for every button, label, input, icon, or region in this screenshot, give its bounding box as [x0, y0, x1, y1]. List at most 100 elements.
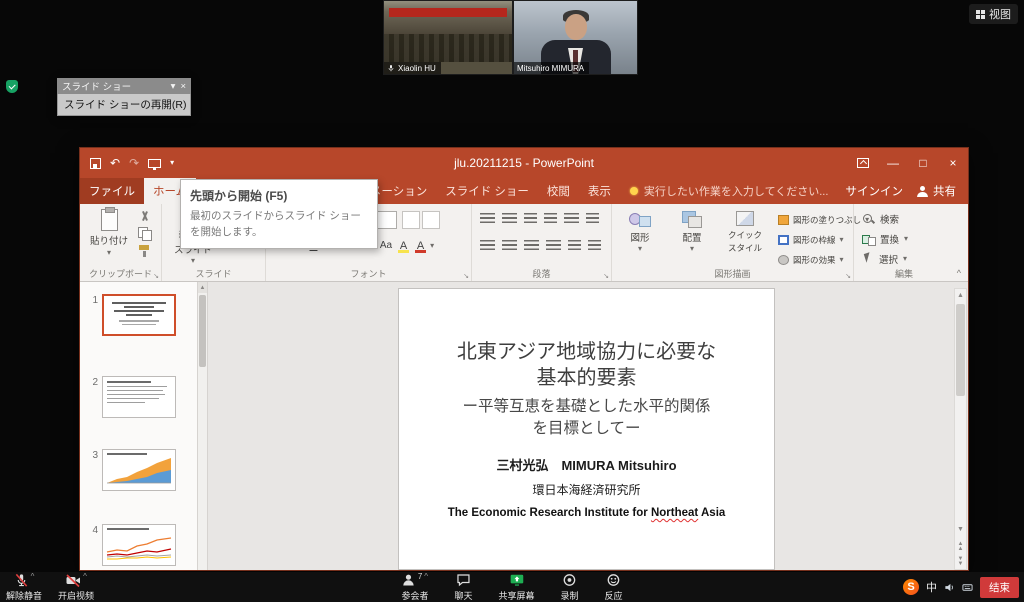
scroll-down-icon[interactable]: ▼ [957, 523, 964, 536]
thumbnail-scrollbar[interactable]: ▲ [198, 282, 208, 570]
sign-in-button[interactable]: サインイン [846, 183, 904, 199]
paste-button[interactable]: 貼り付け ▾ [86, 209, 132, 257]
scroll-up-icon[interactable]: ▲ [198, 282, 207, 293]
maximize-button[interactable]: □ [908, 148, 938, 178]
text-direction-icon[interactable] [586, 213, 599, 224]
close-button[interactable]: × [938, 148, 968, 178]
format-painter-icon[interactable] [136, 244, 154, 257]
security-shield-icon[interactable] [6, 80, 18, 93]
increase-indent-icon[interactable] [544, 213, 557, 224]
tell-me-box[interactable]: 実行したい作業を入力してください... [630, 178, 829, 204]
shrink-font-button[interactable] [422, 211, 440, 229]
slide-3-preview[interactable] [102, 449, 176, 491]
video-tile-room[interactable]: Xiaolin HU [383, 0, 513, 75]
dialog-launcher-icon[interactable]: ↘ [603, 272, 609, 280]
tab-file[interactable]: ファイル [80, 178, 144, 204]
slide-thumbnail-3[interactable]: 3 [80, 449, 176, 491]
copy-icon[interactable] [136, 227, 154, 240]
chevron-up-icon[interactable]: ^ [424, 573, 428, 581]
bullets-icon[interactable] [480, 213, 495, 224]
shapes-label: 図形 [630, 230, 649, 244]
resume-slideshow-button[interactable]: スライド ショーの再開(R) [57, 94, 191, 116]
share-button[interactable]: 共有 [917, 183, 956, 199]
record-button[interactable]: 录制 [561, 572, 579, 602]
start-slideshow-icon[interactable] [148, 159, 161, 168]
align-right-icon[interactable] [524, 240, 539, 251]
replace-button[interactable]: 置換 ▾ [862, 231, 908, 247]
undo-icon[interactable]: ↶ [110, 156, 120, 170]
save-icon[interactable] [90, 158, 101, 169]
slide-2-preview[interactable] [102, 376, 176, 418]
slide-4-preview[interactable] [102, 524, 176, 566]
slide-thumbnail-2[interactable]: 2 [80, 376, 176, 418]
slide-scrollbar[interactable]: ▲ ▼ ▲ ▲ ▼ ▼ [954, 288, 967, 570]
quick-styles-button[interactable]: クイック スタイル [720, 211, 770, 254]
ime-mode-indicator[interactable]: 中 [926, 579, 937, 595]
decrease-indent-icon[interactable] [524, 213, 537, 224]
tab-review[interactable]: 校閲 [538, 178, 579, 204]
previous-slide-button[interactable]: ▲ ▲ [958, 542, 964, 551]
zoom-bottom-toolbar: ^ 解除静音 ^ 开启视频 [0, 572, 1024, 602]
start-video-button[interactable]: ^ 开启视频 [58, 572, 94, 602]
slide-thumbnail-1[interactable]: 1 [80, 294, 176, 336]
participants-button[interactable]: 7 ^ 参会者 [401, 572, 428, 602]
org-en-pre: The Economic Research Institute for [448, 507, 651, 519]
columns-icon[interactable] [568, 240, 581, 251]
chevron-down-icon[interactable]: ▾ [430, 242, 434, 250]
scrollbar-thumb[interactable] [956, 304, 965, 396]
chevron-up-icon[interactable]: ^ [31, 573, 35, 581]
keyboard-tray-icon[interactable] [962, 582, 973, 593]
audience [384, 34, 512, 62]
chat-button[interactable]: 聊天 [454, 572, 472, 602]
font-color-button[interactable]: A [413, 237, 428, 254]
tab-view[interactable]: 表示 [579, 178, 620, 204]
tab-slideshow[interactable]: スライド ショー [436, 178, 538, 204]
slide-thumbnail-4[interactable]: 4 [80, 524, 176, 566]
speaker-tray-icon[interactable] [944, 582, 955, 593]
cut-icon[interactable] [136, 210, 154, 223]
shape-outline-button[interactable]: 図形の枠線 ▾ [778, 232, 844, 248]
view-button[interactable]: 视图 [969, 4, 1018, 24]
current-slide[interactable]: 北東アジア地域協力に必要な 基本的要素 ー平等互恵を基礎とした水平的関係 を目標… [398, 288, 775, 570]
chevron-up-icon[interactable]: ^ [83, 573, 87, 581]
shape-effects-button[interactable]: 図形の効果 ▾ [778, 252, 844, 268]
scroll-up-icon[interactable]: ▲ [955, 289, 966, 302]
change-case-button[interactable]: Aa [378, 237, 394, 254]
close-icon[interactable]: × [180, 81, 186, 92]
collapse-ribbon-icon[interactable]: ^ [957, 268, 961, 278]
smartart-convert-icon[interactable] [588, 240, 601, 251]
slideshow-popup-titlebar[interactable]: スライド ショー ▾ × [57, 78, 191, 94]
justify-icon[interactable] [546, 240, 561, 251]
end-meeting-button[interactable]: 结束 [980, 577, 1019, 598]
ppt-titlebar[interactable]: ↶ ↷ ▾ jlu.20211215 - PowerPoint — □ × [80, 148, 968, 178]
minimize-button[interactable]: — [878, 148, 908, 178]
group-editing: 検索 置換 ▾ 選択 ▾ 編集 [854, 204, 954, 281]
customize-qat-icon[interactable]: ▾ [170, 159, 174, 167]
find-button[interactable]: 検索 [862, 211, 899, 227]
line-spacing-icon[interactable] [564, 213, 579, 224]
reactions-button[interactable]: 反应 [605, 572, 623, 602]
dialog-launcher-icon[interactable]: ↘ [845, 272, 851, 280]
ribbon-display-options-button[interactable] [848, 148, 878, 178]
align-left-icon[interactable] [480, 240, 495, 251]
shapes-button[interactable]: 図形 ▾ [618, 211, 662, 253]
align-center-icon[interactable] [502, 240, 517, 251]
share-screen-button[interactable]: 共享屏幕 [498, 572, 534, 602]
redo-icon[interactable]: ↷ [129, 156, 139, 170]
arrange-button[interactable]: 配置 ▾ [670, 211, 714, 253]
dialog-launcher-icon[interactable]: ↘ [153, 272, 159, 280]
next-slide-button[interactable]: ▼ ▼ [958, 557, 964, 566]
numbering-icon[interactable] [502, 213, 517, 224]
resume-slideshow-label: スライド ショーの再開(R) [64, 97, 187, 112]
grow-font-button[interactable] [402, 211, 420, 229]
highlight-color-button[interactable]: A [396, 237, 411, 254]
slide-1-preview[interactable] [102, 294, 176, 336]
video-tile-speaker[interactable]: Mitsuhiro MIMURA [513, 0, 638, 75]
sogou-ime-icon[interactable]: S [903, 579, 919, 595]
dialog-launcher-icon[interactable]: ↘ [463, 272, 469, 280]
select-button[interactable]: 選択 ▾ [862, 251, 907, 267]
scrollbar-thumb[interactable] [199, 295, 206, 367]
org-en-post: Asia [698, 507, 725, 519]
unmute-button[interactable]: ^ 解除静音 [6, 572, 42, 602]
chevron-down-icon[interactable]: ▾ [171, 81, 176, 92]
